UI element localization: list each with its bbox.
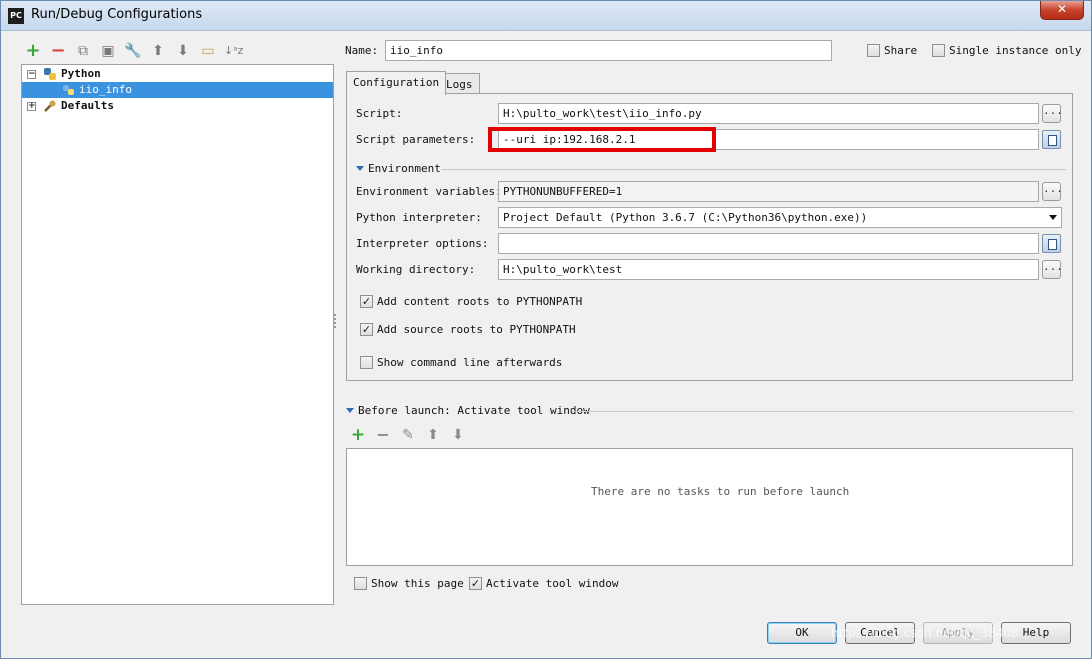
title-bar: PC Run/Debug Configurations ✕ [1, 1, 1091, 31]
move-down-icon[interactable]: ⬇ [174, 42, 192, 60]
interpreter-options-label: Interpreter options: [356, 237, 489, 250]
tree-item-iio-info[interactable]: iio_info [22, 82, 333, 98]
browse-working-dir-button[interactable]: ... [1042, 260, 1063, 279]
move-up-icon[interactable]: ⬆ [149, 42, 167, 60]
configuration-tree[interactable]: − Python iio_info + Defaults [21, 64, 334, 605]
pycharm-app-icon: PC [8, 8, 24, 24]
before-launch-task-list[interactable]: There are no tasks to run before launch [346, 448, 1073, 566]
script-params-label: Script parameters: [356, 133, 476, 146]
share-checkbox[interactable] [867, 44, 880, 57]
env-vars-input[interactable]: PYTHONUNBUFFERED=1 [498, 181, 1039, 202]
section-divider [441, 169, 1066, 170]
activate-tool-window-checkbox[interactable]: ✓ [469, 577, 482, 590]
single-instance-label: Single instance only [949, 44, 1082, 57]
working-dir-label: Working directory: [356, 263, 476, 276]
browse-script-button[interactable]: ... [1042, 104, 1063, 123]
chevron-down-icon [1049, 215, 1057, 220]
interpreter-select[interactable]: Project Default (Python 3.6.7 (C:\Python… [498, 207, 1062, 228]
tree-item-defaults[interactable]: + Defaults [22, 98, 333, 114]
content-roots-label: Add content roots to PYTHONPATH [377, 295, 583, 308]
environment-collapse-icon[interactable] [356, 166, 364, 171]
python-file-icon [62, 83, 76, 97]
window-title: Run/Debug Configurations [31, 7, 203, 22]
remove-icon[interactable]: − [49, 42, 67, 60]
empty-tasks-message: There are no tasks to run before launch [591, 485, 850, 498]
tree-item-python[interactable]: − Python [22, 66, 333, 82]
name-label: Name: [345, 44, 379, 57]
edit-task-icon[interactable]: ✎ [400, 427, 416, 443]
env-vars-label: Environment variables: [356, 185, 502, 198]
working-dir-input[interactable]: H:\pulto_work\test [498, 259, 1039, 280]
add-task-icon[interactable]: + [350, 427, 366, 444]
sort-icon[interactable]: ↓ᵃz [224, 42, 243, 60]
save-icon[interactable]: ▣ [99, 42, 117, 60]
activate-tool-window-label: Activate tool window [486, 577, 619, 590]
tree-label-defaults: Defaults [61, 99, 114, 112]
expand-icon[interactable]: + [27, 102, 36, 111]
python-icon [43, 67, 57, 81]
close-window-button[interactable]: ✕ [1040, 1, 1084, 20]
show-cmd-label: Show command line afterwards [377, 356, 563, 369]
red-highlight-annotation [488, 127, 716, 152]
tree-label-iio-info: iio_info [79, 83, 132, 96]
remove-task-icon[interactable]: − [375, 427, 391, 443]
before-launch-title: Before launch: Activate tool window [358, 404, 590, 417]
show-cmd-checkbox[interactable] [360, 356, 373, 369]
add-icon[interactable]: + [24, 42, 42, 60]
folder-icon[interactable]: ▭ [199, 42, 217, 60]
source-roots-label: Add source roots to PYTHONPATH [377, 323, 576, 336]
edit-defaults-icon[interactable]: 🔧 [124, 42, 142, 60]
tree-label-python: Python [61, 67, 101, 80]
move-task-down-icon[interactable]: ⬇ [450, 427, 466, 443]
watermark: https://blog.csdn.net/qq_38408... [831, 626, 1031, 640]
collapse-icon[interactable]: − [27, 70, 36, 79]
source-roots-checkbox[interactable]: ✓ [360, 323, 373, 336]
tab-configuration[interactable]: Configuration [346, 71, 447, 95]
expand-params-icon[interactable] [1042, 130, 1061, 149]
script-path-input[interactable]: H:\pulto_work\test\iio_info.py [498, 103, 1039, 124]
interpreter-label: Python interpreter: [356, 211, 482, 224]
show-page-label: Show this page [371, 577, 464, 590]
interpreter-value: Project Default (Python 3.6.7 (C:\Python… [503, 211, 868, 224]
run-debug-dialog: PC Run/Debug Configurations ✕ + − ⧉ ▣ 🔧 … [0, 0, 1092, 659]
edit-env-vars-button[interactable]: ... [1042, 182, 1063, 201]
show-page-checkbox[interactable] [354, 577, 367, 590]
splitter-handle[interactable] [334, 314, 338, 328]
before-launch-collapse-icon[interactable] [346, 408, 354, 413]
expand-options-icon[interactable] [1042, 234, 1061, 253]
name-input[interactable]: iio_info [385, 40, 832, 61]
environment-section-title: Environment [368, 162, 441, 175]
move-task-up-icon[interactable]: ⬆ [425, 427, 441, 443]
script-label: Script: [356, 107, 403, 120]
interpreter-options-input[interactable] [498, 233, 1039, 254]
single-instance-checkbox[interactable] [932, 44, 945, 57]
wrench-icon [43, 99, 57, 113]
section-divider [573, 411, 1073, 412]
share-label: Share [884, 44, 918, 57]
content-roots-checkbox[interactable]: ✓ [360, 295, 373, 308]
ok-button[interactable]: OK [767, 622, 837, 644]
copy-icon[interactable]: ⧉ [74, 42, 92, 60]
